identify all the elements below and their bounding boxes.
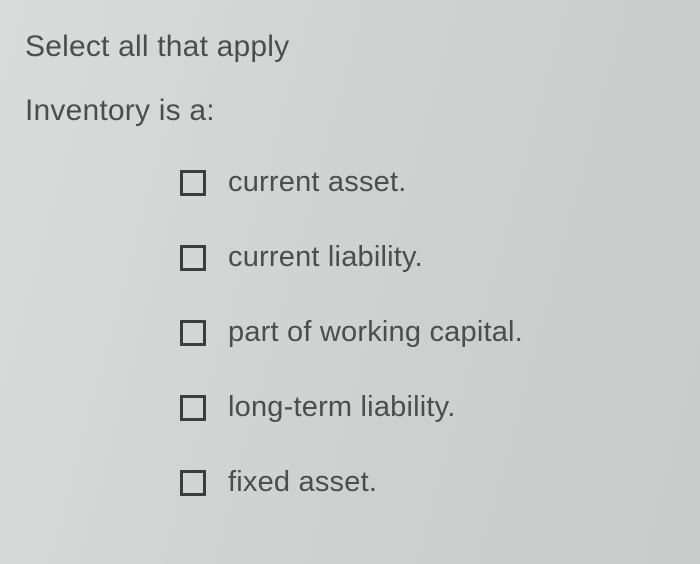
option-current-asset[interactable]: current asset. xyxy=(180,166,680,199)
options-list: current asset. current liability. part o… xyxy=(25,166,680,499)
question-text: Inventory is a: xyxy=(25,94,680,128)
checkbox-icon[interactable] xyxy=(180,245,206,271)
checkbox-icon[interactable] xyxy=(180,320,206,346)
option-label: part of working capital. xyxy=(228,316,523,349)
instruction-text: Select all that apply xyxy=(25,30,680,64)
option-label: current liability. xyxy=(228,241,423,274)
option-long-term-liability[interactable]: long-term liability. xyxy=(180,391,680,424)
checkbox-icon[interactable] xyxy=(180,470,206,496)
checkbox-icon[interactable] xyxy=(180,170,206,196)
option-label: fixed asset. xyxy=(228,466,377,499)
option-label: long-term liability. xyxy=(228,391,455,424)
option-label: current asset. xyxy=(228,166,407,199)
option-current-liability[interactable]: current liability. xyxy=(180,241,680,274)
option-fixed-asset[interactable]: fixed asset. xyxy=(180,466,680,499)
checkbox-icon[interactable] xyxy=(180,395,206,421)
option-working-capital[interactable]: part of working capital. xyxy=(180,316,680,349)
